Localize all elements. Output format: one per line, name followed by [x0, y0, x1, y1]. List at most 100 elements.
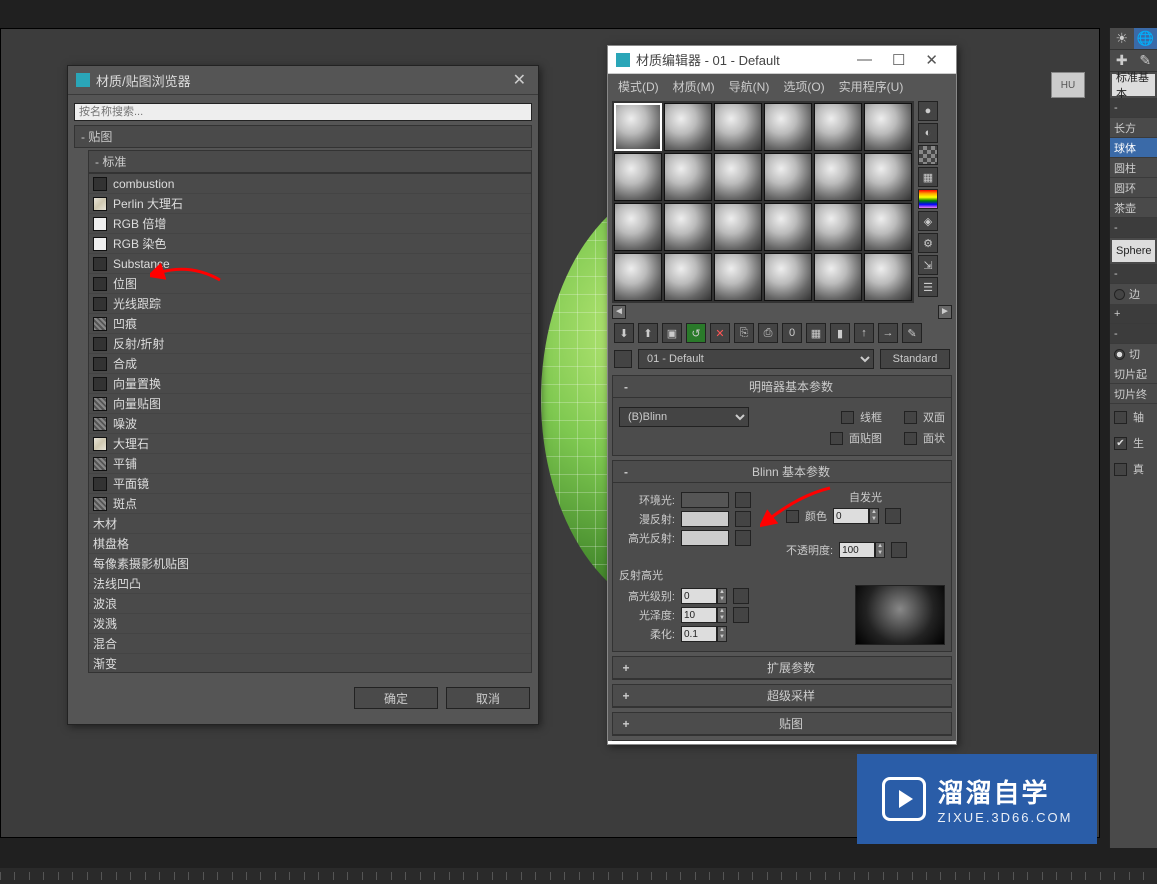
scroll-right-icon[interactable]: ►	[938, 305, 952, 319]
sample-slot[interactable]	[664, 103, 712, 151]
object-cylinder[interactable]: 圆柱	[1110, 158, 1157, 178]
object-name-input[interactable]: Sphere	[1112, 240, 1155, 262]
go-forward-button[interactable]: →	[878, 323, 898, 343]
sample-slot[interactable]	[614, 203, 662, 251]
opacity-map-button[interactable]	[891, 542, 907, 558]
diffuse-swatch[interactable]	[681, 511, 729, 527]
reset-map-button[interactable]: ↺	[686, 323, 706, 343]
material-map-navigator-button[interactable]: ☰	[918, 277, 938, 297]
sample-slot[interactable]	[714, 103, 762, 151]
menu-options[interactable]: 选项(O)	[783, 78, 824, 95]
close-button[interactable]: ✕	[915, 51, 948, 69]
map-item[interactable]: 波浪	[89, 594, 531, 614]
sample-slot[interactable]	[664, 203, 712, 251]
minimize-button[interactable]: —	[847, 51, 882, 68]
two-sided-checkbox[interactable]	[904, 411, 917, 424]
map-list[interactable]: combustionPerlin 大理石RGB 倍增RGB 染色Substanc…	[88, 173, 532, 673]
map-item[interactable]: 合成	[89, 354, 531, 374]
object-teapot[interactable]: 茶壶	[1110, 198, 1157, 218]
shader-dropdown[interactable]: (B)Blinn	[619, 407, 749, 427]
sample-slot[interactable]	[614, 103, 662, 151]
map-item[interactable]: Perlin 大理石	[89, 194, 531, 214]
sample-slot[interactable]	[714, 153, 762, 201]
assign-to-selection-button[interactable]: ▣	[662, 323, 682, 343]
map-item[interactable]: 木材	[89, 514, 531, 534]
map-item[interactable]: RGB 染色	[89, 234, 531, 254]
mentalray-rollout[interactable]: +mental ray 连接	[612, 740, 952, 741]
viewcube[interactable]: HU	[1051, 72, 1085, 98]
map-item[interactable]: 渐变	[89, 654, 531, 673]
video-color-button[interactable]	[918, 189, 938, 209]
map-item[interactable]: 平铺	[89, 454, 531, 474]
sample-slot[interactable]	[814, 203, 862, 251]
pick-from-object-button[interactable]: ✎	[902, 323, 922, 343]
map-item[interactable]: 法线凹凸	[89, 574, 531, 594]
map-item[interactable]: 平面镜	[89, 474, 531, 494]
go-parent-button[interactable]: ↑	[854, 323, 874, 343]
sample-slot[interactable]	[614, 153, 662, 201]
glossiness-input[interactable]	[681, 607, 717, 623]
close-icon[interactable]: ✕	[509, 70, 530, 90]
ambient-map-button[interactable]	[735, 492, 751, 508]
name-rollout[interactable]: -	[1110, 218, 1157, 238]
sample-slot[interactable]	[764, 103, 812, 151]
sample-slot[interactable]	[864, 253, 912, 301]
maps-category[interactable]: - 贴图	[74, 125, 532, 148]
category-dropdown[interactable]: 标准基本	[1112, 74, 1155, 96]
timeline-ticks[interactable]	[0, 868, 1157, 884]
put-to-library-button[interactable]: ⎙	[758, 323, 778, 343]
collapse-icon[interactable]: -	[619, 465, 633, 479]
map-item[interactable]: 凹痕	[89, 314, 531, 334]
generate-checkbox[interactable]	[1114, 437, 1127, 450]
sample-slot[interactable]	[814, 103, 862, 151]
show-map-button[interactable]: ▦	[806, 323, 826, 343]
map-item[interactable]: 棋盘格	[89, 534, 531, 554]
soften-input[interactable]	[681, 626, 717, 642]
rollout-head[interactable]: -	[1110, 98, 1157, 118]
map-item[interactable]: 大理石	[89, 434, 531, 454]
sample-slot[interactable]	[714, 203, 762, 251]
opacity-input[interactable]	[839, 542, 875, 558]
faceted-checkbox[interactable]	[904, 432, 917, 445]
browser-search-input[interactable]	[74, 103, 532, 121]
menu-material[interactable]: 材质(M)	[673, 78, 715, 95]
map-item[interactable]: 向量置换	[89, 374, 531, 394]
menu-navigate[interactable]: 导航(N)	[729, 78, 770, 95]
backlight-button[interactable]: ◐	[918, 123, 938, 143]
diffuse-map-button[interactable]	[735, 511, 751, 527]
supersampling-rollout[interactable]: +超级采样	[612, 684, 952, 708]
specular-level-input[interactable]	[681, 588, 717, 604]
speclevel-map-button[interactable]	[733, 588, 749, 604]
menu-utilities[interactable]: 实用程序(U)	[839, 78, 904, 95]
sample-slot[interactable]	[664, 253, 712, 301]
object-torus[interactable]: 圆环	[1110, 178, 1157, 198]
sample-slot[interactable]	[814, 153, 862, 201]
sample-type-button[interactable]: ●	[918, 101, 938, 121]
real-checkbox[interactable]	[1114, 463, 1127, 476]
slot-hscroll[interactable]: ◄ ►	[612, 305, 952, 319]
globe-icon[interactable]: 🌐	[1134, 28, 1157, 50]
show-end-result-button[interactable]: ▮	[830, 323, 850, 343]
faces-radio[interactable]: 切	[1110, 344, 1157, 364]
specular-swatch[interactable]	[681, 530, 729, 546]
collapse-icon[interactable]: -	[619, 380, 633, 394]
get-material-button[interactable]: ⬇	[614, 323, 634, 343]
extended-params-rollout[interactable]: +扩展参数	[612, 656, 952, 680]
sample-slot[interactable]	[614, 253, 662, 301]
map-item[interactable]: combustion	[89, 174, 531, 194]
edge-radio[interactable]: 边	[1110, 284, 1157, 304]
map-item[interactable]: 混合	[89, 634, 531, 654]
make-unique-button[interactable]: ⎘	[734, 323, 754, 343]
wire-checkbox[interactable]	[841, 411, 854, 424]
background-button[interactable]	[918, 145, 938, 165]
browser-titlebar[interactable]: 材质/贴图浏览器 ✕	[68, 66, 538, 95]
scroll-left-icon[interactable]: ◄	[612, 305, 626, 319]
map-item[interactable]: 噪波	[89, 414, 531, 434]
sample-slot[interactable]	[764, 253, 812, 301]
sample-slot[interactable]	[664, 153, 712, 201]
options-button[interactable]: ⚙	[918, 233, 938, 253]
sample-slot[interactable]	[814, 253, 862, 301]
menu-mode[interactable]: 模式(D)	[618, 78, 659, 95]
material-type-button[interactable]: Standard	[880, 349, 950, 369]
map-item[interactable]: 光线跟踪	[89, 294, 531, 314]
